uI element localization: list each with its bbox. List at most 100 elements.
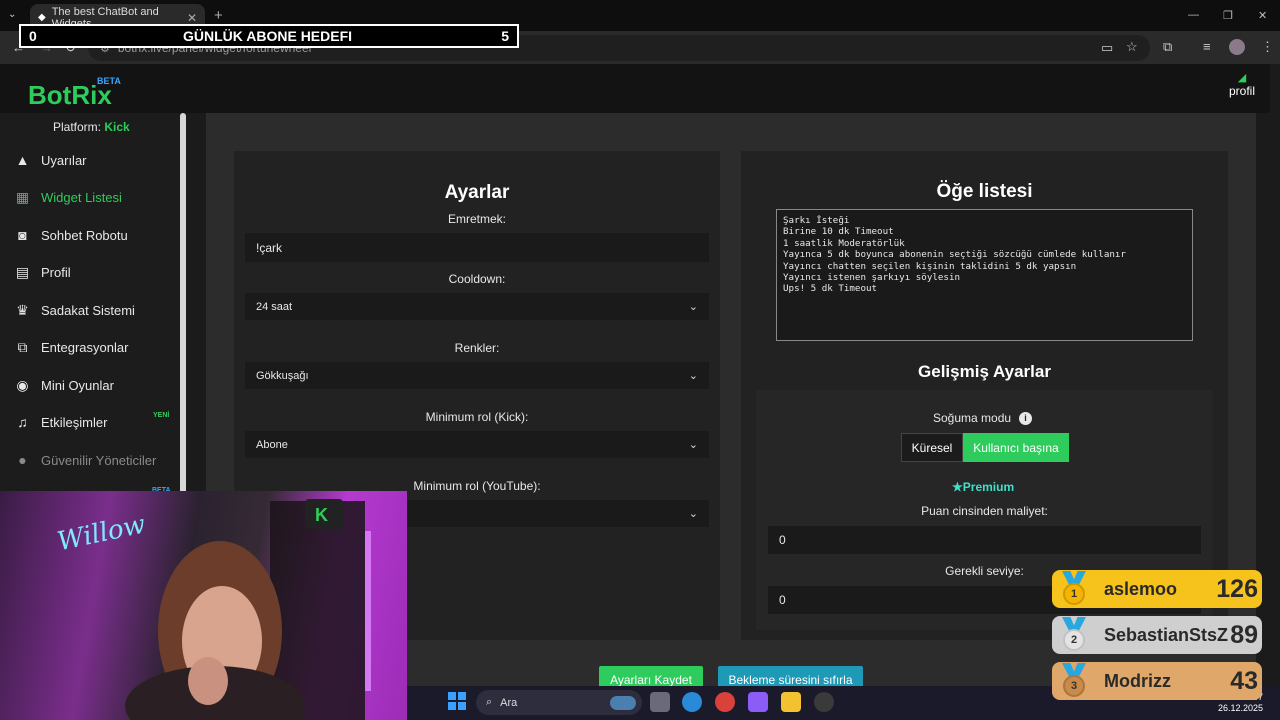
command-input[interactable]: !çark (245, 233, 709, 262)
sidebar-item-label: Widget Listesi (41, 189, 122, 205)
beta-tag: BETA (97, 76, 121, 86)
goal-title: GÜNLÜK ABONE HEDEFI (183, 28, 353, 44)
new-badge: YENİ (153, 412, 170, 419)
min-role-kick-value: Abone (256, 438, 288, 451)
silver-medal-icon: 2 (1056, 617, 1092, 653)
profile-avatar[interactable] (1229, 39, 1245, 55)
min-role-kick-select[interactable]: Abone ⌄ (245, 431, 709, 458)
warning-icon: ▲ (15, 152, 30, 168)
leaderboard-name: SebastianStsZ (1104, 624, 1229, 645)
cost-value: 0 (779, 533, 786, 547)
premium-label: ★Premium (952, 480, 1014, 494)
colors-select[interactable]: Gökkuşağı ⌄ (245, 362, 709, 389)
grid-icon: ▦ (15, 188, 30, 205)
platform-value: Kick (104, 120, 130, 134)
sidebar-item-label: Profil (41, 264, 71, 280)
sidebar-item-chatbot[interactable]: ◙ Sohbet Robotu (14, 225, 128, 245)
sidebar-item-minigames[interactable]: ◉ Mini Oyunlar (14, 375, 114, 395)
taskbar-search[interactable]: ⌕ Ara (476, 690, 642, 715)
file-explorer-icon[interactable] (781, 692, 801, 712)
sidebar-item-label: Sadakat Sistemi (41, 302, 135, 318)
tab-list-icon[interactable]: ⌄ (8, 9, 16, 20)
cost-label: Puan cinsinden maliyet: (921, 504, 1048, 518)
goal-target: 5 (501, 28, 509, 44)
close-window-icon[interactable]: ✕ (1258, 9, 1267, 22)
trophy-icon: ♛ (16, 301, 29, 318)
clock-date: 26.12.2025 (1218, 703, 1264, 713)
command-label: Emretmek: (447, 212, 506, 226)
id-card-icon: ▤ (15, 263, 30, 280)
bookmark-star-icon[interactable]: ☆ (1126, 39, 1138, 55)
platform-label: Platform: (53, 120, 102, 134)
chevron-down-icon: ⌄ (688, 508, 698, 520)
profile-label: profil (1228, 84, 1255, 98)
sidebar-item-label: Entegrasyonlar (41, 339, 129, 355)
leaderboard-entry: 1 aslemoo 126 (1052, 570, 1262, 608)
sidebar-item-alerts[interactable]: ▲ Uyarılar (14, 150, 87, 170)
close-tab-icon[interactable]: ✕ (187, 11, 197, 25)
profile-button[interactable]: ◢ profil (1226, 72, 1258, 98)
bronze-medal-icon: 3 (1056, 663, 1092, 699)
sidebar-item-label: Güvenilir Yöneticiler (41, 452, 157, 468)
mode-per-user-button[interactable]: Kullanıcı başına (963, 433, 1069, 462)
profile-icon: ◢ (1237, 72, 1247, 84)
leaderboard-score: 43 (1230, 666, 1258, 695)
taskbar-search-placeholder: Ara (500, 696, 518, 709)
minimize-icon[interactable]: — (1188, 9, 1199, 21)
app-header (0, 64, 1270, 113)
sidebar-item-integrations[interactable]: ⧉ Entegrasyonlar (14, 337, 129, 357)
robot-icon: ◙ (18, 227, 27, 243)
level-value: 0 (779, 593, 786, 607)
chevron-down-icon: ⌄ (688, 370, 698, 382)
goal-current: 0 (29, 28, 37, 44)
cooldown-select[interactable]: 24 saat ⌄ (245, 293, 709, 320)
users-icon: ● (18, 452, 27, 468)
sidebar-scrollbar[interactable] (180, 113, 186, 513)
sidebar-item-widgets[interactable]: ▦ Widget Listesi (14, 187, 122, 207)
advanced-settings-title: Gelişmiş Ayarlar (918, 362, 1051, 381)
subscriber-goal-banner: 0 GÜNLÜK ABONE HEDEFI 5 (19, 24, 519, 48)
cooldown-mode-label: Soğuma modu (933, 411, 1012, 425)
obs-icon[interactable] (814, 692, 834, 712)
chevron-down-icon: ⌄ (688, 301, 698, 313)
task-view-icon[interactable] (650, 692, 670, 712)
integration-icon: ⧉ (17, 338, 28, 355)
chevron-down-icon: ⌄ (688, 439, 698, 451)
search-icon: ⌕ (486, 696, 493, 708)
edge-browser-icon[interactable] (682, 692, 702, 712)
leaderboard-name: Modrizz (1104, 670, 1171, 691)
item-list-textarea[interactable]: Şarkı İsteği Birine 10 dk Timeout 1 saat… (776, 209, 1193, 341)
music-icon: ♫ (17, 414, 28, 430)
item-list-title: Öğe listesi (936, 181, 1033, 202)
sidebar-item-interactions[interactable]: ♫ Etkileşimler (14, 412, 107, 432)
mode-global-button[interactable]: Küresel (901, 433, 963, 462)
command-value: !çark (256, 240, 283, 255)
cost-input[interactable]: 0 (768, 526, 1201, 554)
sidebar-item-trusted-managers[interactable]: ● Güvenilir Yöneticiler (14, 450, 156, 470)
leaderboard-score: 89 (1230, 620, 1258, 649)
new-tab-button[interactable]: + (214, 7, 223, 24)
cooldown-label: Cooldown: (448, 272, 506, 286)
extensions-icon[interactable]: ⧉ (1163, 39, 1172, 55)
leaderboard-name: aslemoo (1104, 578, 1178, 599)
cooldown-value: 24 saat (256, 300, 293, 313)
browser-menu-icon[interactable]: ⋮ (1261, 39, 1274, 55)
search-highlight-icon (610, 695, 636, 710)
chrome-browser-icon[interactable] (715, 692, 735, 712)
maximize-icon[interactable]: ❐ (1223, 9, 1233, 22)
media-control-icon[interactable]: ≡ (1203, 39, 1211, 54)
cooldown-mode-toggle: Küresel Kullanıcı başına (901, 433, 1069, 462)
windows-start-icon[interactable] (448, 692, 466, 710)
reader-mode-icon[interactable]: ▭ (1101, 40, 1113, 56)
svg-text:Willow: Willow (55, 509, 148, 557)
info-icon[interactable]: i (1019, 411, 1033, 425)
leaderboard-score: 126 (1216, 574, 1258, 603)
sidebar-item-loyalty[interactable]: ♛ Sadakat Sistemi (14, 300, 135, 320)
sidebar-item-label: Mini Oyunlar (41, 377, 114, 393)
cooldown-mode-row: Soğuma modu i (933, 411, 1033, 425)
star-icon: ★ (952, 480, 963, 494)
sidebar-item-label: Etkileşimler (41, 414, 108, 430)
microsoft-365-icon[interactable] (748, 692, 768, 712)
sidebar-item-label: Sohbet Robotu (41, 227, 128, 243)
sidebar-item-profile[interactable]: ▤ Profil (14, 262, 71, 282)
